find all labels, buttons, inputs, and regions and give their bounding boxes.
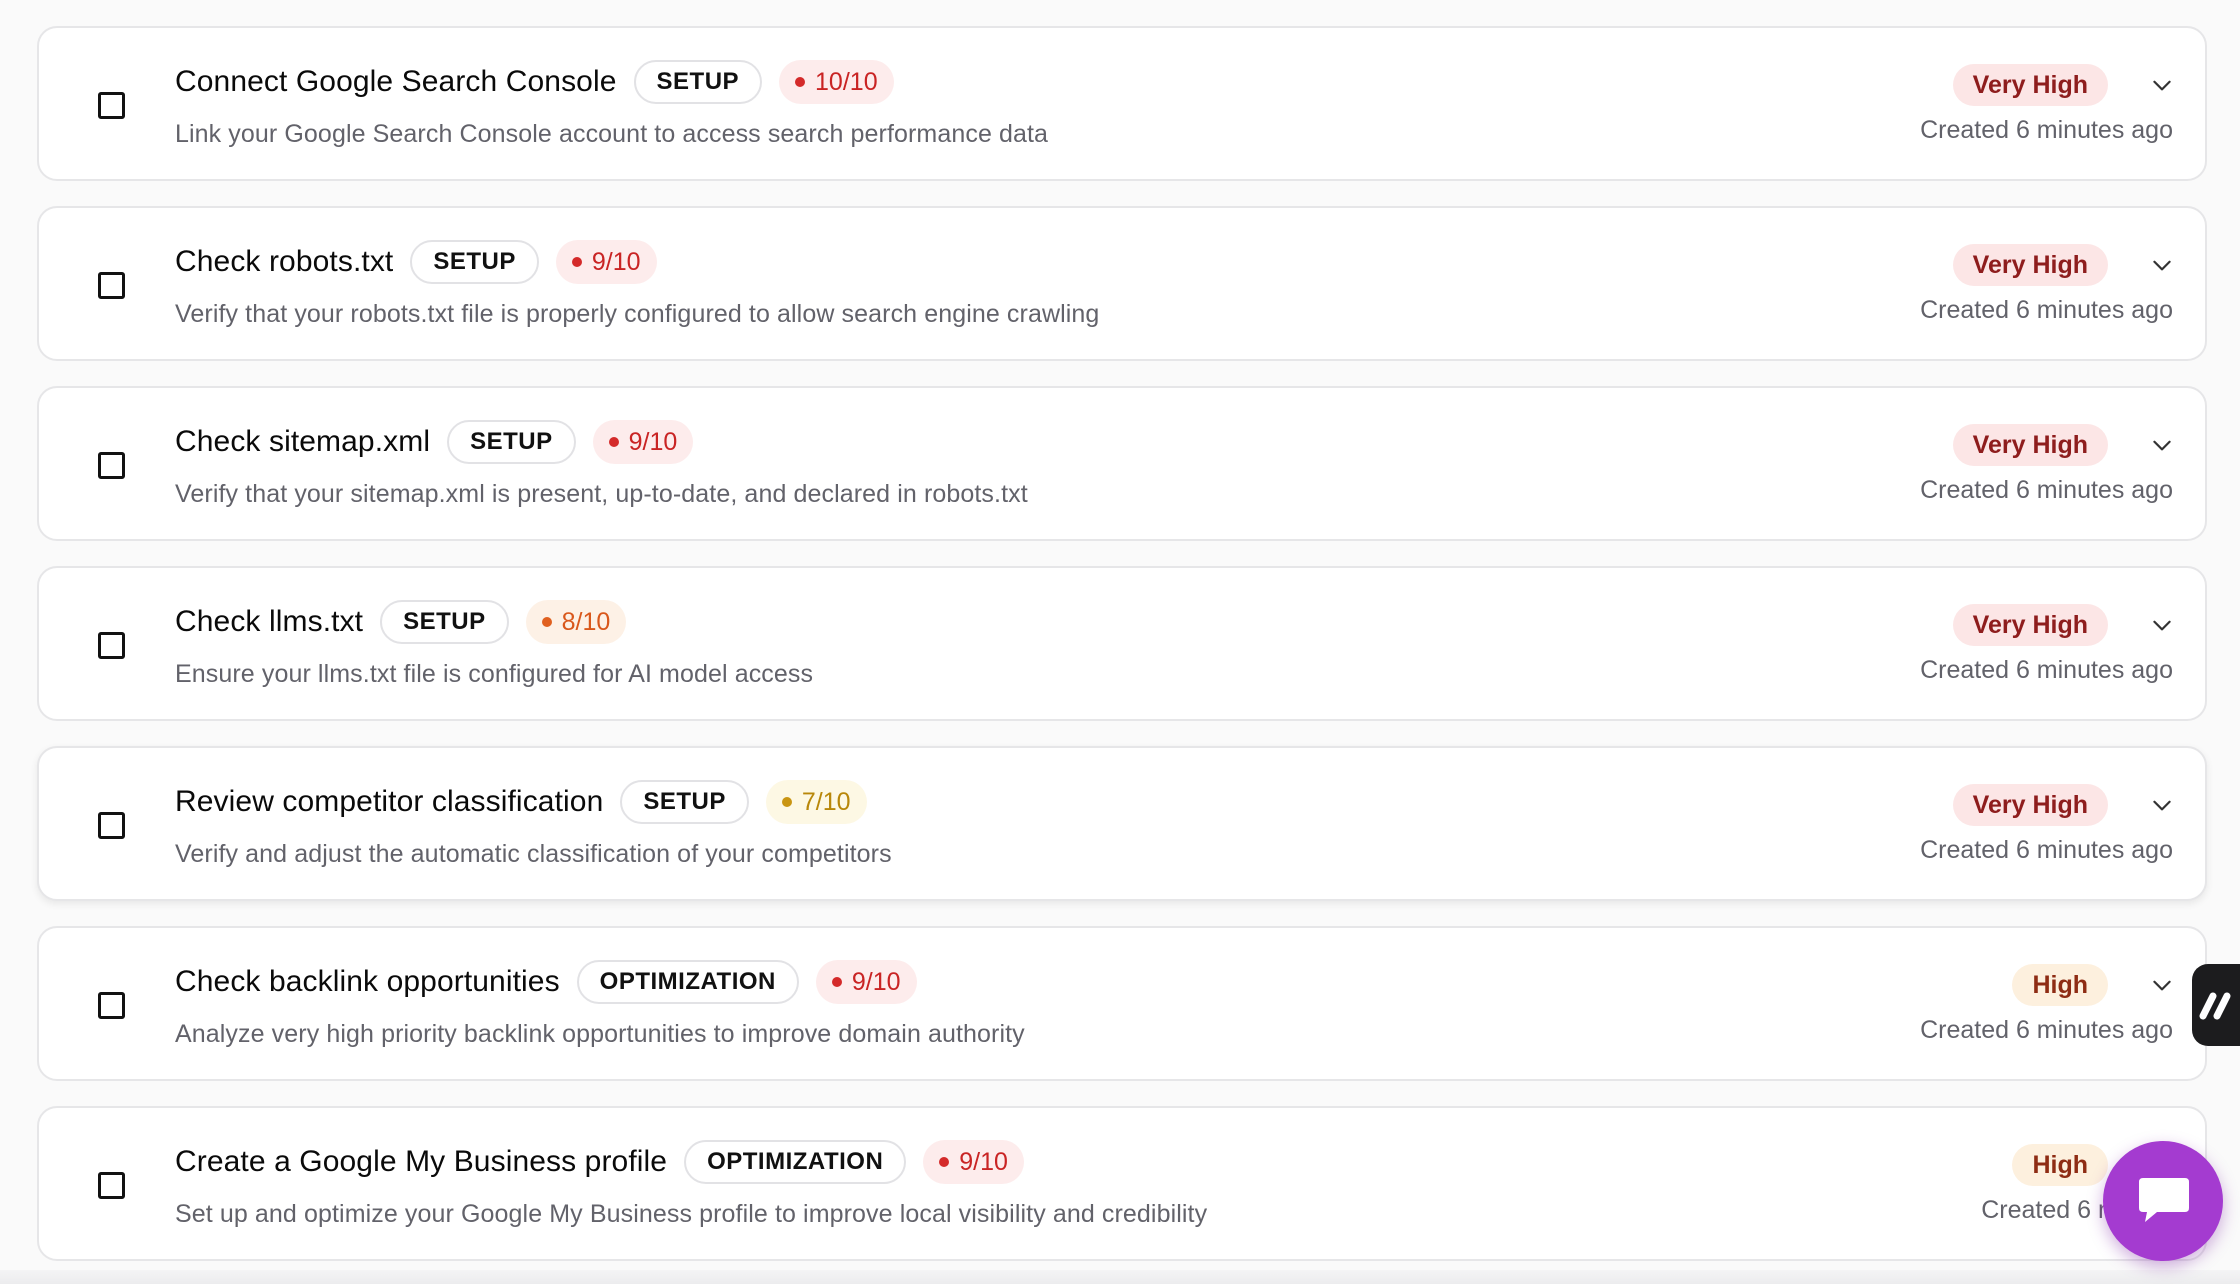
task-description: Verify and adjust the automatic classifi… xyxy=(175,840,892,868)
task-description: Link your Google Search Console account … xyxy=(175,120,1049,148)
task-title-row: Check llms.txt SETUP 8/10 xyxy=(175,600,627,644)
task-description: Verify that your sitemap.xml is present,… xyxy=(175,480,1028,508)
task-checkbox[interactable] xyxy=(98,632,125,659)
chevron-down-icon[interactable] xyxy=(2149,72,2175,98)
task-description: Verify that your robots.txt file is prop… xyxy=(175,300,1100,328)
category-badge: SETUP xyxy=(410,240,539,284)
task-title-row: Check robots.txt SETUP 9/10 xyxy=(175,240,657,284)
brand-logo-icon xyxy=(2199,992,2231,1020)
task-description: Analyze very high priority backlink oppo… xyxy=(175,1020,1025,1048)
score-value: 9/10 xyxy=(591,247,641,276)
task-list: Connect Google Search Console SETUP 10/1… xyxy=(37,26,2207,1284)
score-badge: 9/10 xyxy=(592,420,694,464)
score-value: 10/10 xyxy=(815,67,878,96)
priority-badge: Very High xyxy=(1952,244,2108,286)
created-time: Created 6 minutes ago xyxy=(1920,836,2173,864)
score-badge: 8/10 xyxy=(525,600,627,644)
task-title-row: Check backlink opportunities OPTIMIZATIO… xyxy=(175,960,917,1004)
priority-badge: High xyxy=(2012,1144,2108,1186)
task-title: Check robots.txt xyxy=(175,245,394,278)
category-badge: OPTIMIZATION xyxy=(576,960,799,1004)
priority-badge: Very High xyxy=(1952,64,2108,106)
task-checkbox[interactable] xyxy=(98,92,125,119)
task-checkbox[interactable] xyxy=(98,452,125,479)
category-badge: SETUP xyxy=(633,60,763,104)
chevron-down-icon[interactable] xyxy=(2149,792,2175,818)
task-title-row: Create a Google My Business profile OPTI… xyxy=(175,1140,1024,1184)
task-card[interactable]: Check backlink opportunities OPTIMIZATIO… xyxy=(37,926,2207,1081)
dot-icon xyxy=(608,437,619,447)
task-card[interactable]: Check sitemap.xml SETUP 9/10 Verify that… xyxy=(37,386,2207,541)
side-tab[interactable] xyxy=(2192,964,2240,1046)
category-badge: SETUP xyxy=(620,780,749,824)
score-badge: 9/10 xyxy=(923,1140,1024,1184)
created-time: Created 6 minutes ago xyxy=(1920,1016,2173,1044)
score-value: 9/10 xyxy=(628,427,678,456)
task-card[interactable]: Connect Google Search Console SETUP 10/1… xyxy=(37,26,2207,181)
task-title-row: Review competitor classification SETUP 7… xyxy=(175,780,867,824)
task-checkbox[interactable] xyxy=(98,812,125,839)
task-title: Create a Google My Business profile xyxy=(175,1145,668,1178)
task-title: Connect Google Search Console xyxy=(175,65,617,98)
task-card[interactable]: Create a Google My Business profile OPTI… xyxy=(37,1106,2207,1261)
dot-icon xyxy=(939,1157,950,1167)
task-title: Check llms.txt xyxy=(175,605,364,638)
priority-badge: High xyxy=(2012,964,2108,1006)
scroll-fade xyxy=(0,1270,2240,1284)
task-card[interactable]: Check robots.txt SETUP 9/10 Verify that … xyxy=(37,206,2207,361)
created-time: Created 6 minutes ago xyxy=(1920,656,2173,684)
dot-icon xyxy=(831,977,842,987)
score-value: 9/10 xyxy=(959,1147,1008,1176)
created-time: Created 6 minutes ago xyxy=(1920,476,2173,504)
dot-icon xyxy=(781,797,792,807)
task-title: Check sitemap.xml xyxy=(175,425,431,458)
task-description: Ensure your llms.txt file is configured … xyxy=(175,660,814,688)
category-badge: OPTIMIZATION xyxy=(684,1140,907,1184)
score-badge: 9/10 xyxy=(555,240,657,284)
priority-badge: Very High xyxy=(1952,604,2108,646)
category-badge: SETUP xyxy=(447,420,576,464)
created-time: Created 6 minutes ago xyxy=(1920,116,2173,144)
score-value: 9/10 xyxy=(851,967,901,996)
dot-icon xyxy=(795,77,806,87)
dot-icon xyxy=(571,257,582,267)
task-title: Review competitor classification xyxy=(175,785,604,818)
created-time: Created 6 minutes ago xyxy=(1920,296,2173,324)
task-checkbox[interactable] xyxy=(98,272,125,299)
score-value: 8/10 xyxy=(561,607,611,636)
chevron-down-icon[interactable] xyxy=(2149,252,2175,278)
priority-badge: Very High xyxy=(1952,424,2108,466)
task-description: Set up and optimize your Google My Busin… xyxy=(175,1200,1208,1228)
task-checkbox[interactable] xyxy=(98,992,125,1019)
score-badge: 10/10 xyxy=(779,60,894,104)
task-title-row: Check sitemap.xml SETUP 9/10 xyxy=(175,420,694,464)
task-checkbox[interactable] xyxy=(98,1172,125,1199)
task-card[interactable]: Check llms.txt SETUP 8/10 Ensure your ll… xyxy=(37,566,2207,721)
score-value: 7/10 xyxy=(801,787,851,816)
chevron-down-icon[interactable] xyxy=(2149,612,2175,638)
score-badge: 9/10 xyxy=(815,960,917,1004)
task-title: Check backlink opportunities xyxy=(175,965,560,998)
score-badge: 7/10 xyxy=(765,780,867,824)
task-card[interactable]: Review competitor classification SETUP 7… xyxy=(37,746,2207,901)
task-list-page: Connect Google Search Console SETUP 10/1… xyxy=(0,0,2240,1284)
chat-launcher-button[interactable] xyxy=(2103,1141,2223,1261)
priority-badge: Very High xyxy=(1952,784,2108,826)
chevron-down-icon[interactable] xyxy=(2149,432,2175,458)
chevron-down-icon[interactable] xyxy=(2149,972,2175,998)
chat-icon xyxy=(2139,1178,2189,1222)
task-title-row: Connect Google Search Console SETUP 10/1… xyxy=(175,60,894,104)
dot-icon xyxy=(541,617,552,627)
category-badge: SETUP xyxy=(380,600,509,644)
